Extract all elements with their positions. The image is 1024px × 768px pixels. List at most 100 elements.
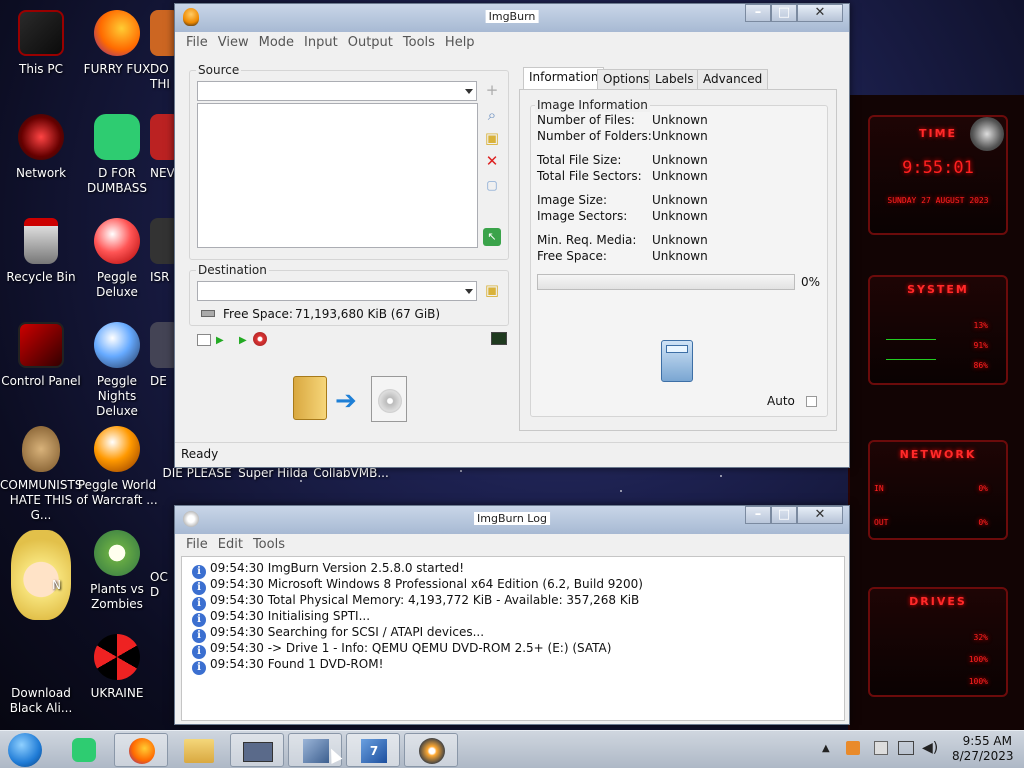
peggle-wow-icon — [94, 426, 140, 472]
browse-folder-icon[interactable]: ▣ — [483, 129, 501, 147]
chevron-down-icon — [465, 289, 473, 294]
cpu-graph — [886, 339, 936, 340]
log-menu-edit[interactable]: Edit — [213, 534, 248, 555]
list-view-icon[interactable] — [197, 334, 211, 346]
taskbar: 7 ▲ ◀) 9:55 AM 8/27/2023 — [0, 730, 1024, 768]
auto-checkbox[interactable] — [806, 396, 817, 407]
network-icon — [18, 114, 64, 160]
recycle-icon[interactable]: ▢ — [483, 176, 501, 194]
tab-labels[interactable]: Labels — [649, 69, 700, 89]
menu-file[interactable]: File — [181, 32, 213, 53]
clock[interactable]: 9:55 AM 8/27/2023 — [952, 734, 1014, 764]
tray-app-icon[interactable] — [846, 741, 860, 755]
log-menu-file[interactable]: File — [181, 534, 213, 555]
folder-icon[interactable] — [293, 376, 327, 420]
log-minimize-button[interactable]: – — [745, 506, 771, 524]
browse-destination-icon[interactable]: ▣ — [483, 281, 501, 299]
taskbar-seven[interactable]: 7 — [346, 733, 400, 767]
menu-view[interactable]: View — [213, 32, 254, 53]
tab-options[interactable]: Options — [597, 69, 656, 89]
calculate-icon[interactable]: ↖ — [483, 228, 501, 246]
alienware-widget: TIME 9:55:01 SUNDAY 27 AUGUST 2023 SYSTE… — [848, 95, 1024, 735]
taskbar-spotify[interactable] — [62, 733, 106, 767]
desktop-icon-peggle-deluxe[interactable]: Peggle Deluxe — [76, 218, 158, 300]
desktop-icon-collabvm[interactable]: CollabVMB... — [310, 466, 392, 481]
radiation-icon — [94, 634, 140, 680]
desktop-icon-network[interactable]: Network — [0, 114, 82, 181]
taskbar-app[interactable] — [230, 733, 284, 767]
show-hidden-icons[interactable]: ▲ — [822, 743, 830, 754]
desktop-icon-d-for-dumbass[interactable]: D FOR DUMBASS — [76, 114, 158, 196]
log-close-button[interactable]: ✕ — [797, 506, 843, 524]
system-panel: SYSTEM 13% 91% 86% — [868, 275, 1008, 385]
play-icon[interactable]: ▶ — [216, 335, 224, 346]
network-icon[interactable] — [898, 741, 914, 755]
log-text-area[interactable]: i 09:54:30 ImgBurn Version 2.5.8.0 starte… — [181, 556, 845, 721]
taskbar-firefox[interactable] — [114, 733, 168, 767]
speaker-icon[interactable]: ◀) — [922, 740, 938, 756]
desktop-icon-communists[interactable]: COMMUNISTS HATE THIS G... — [0, 426, 82, 523]
log-menu-tools[interactable]: Tools — [248, 534, 290, 555]
log-line: i 09:54:30 -> Drive 1 - Info: QEMU QEMU D… — [192, 640, 611, 659]
desktop-icon-die-please[interactable]: DIE PLEASE — [156, 466, 238, 481]
arrow-right-icon: ➔ — [335, 386, 357, 416]
log-maximize-button[interactable]: □ — [771, 506, 797, 524]
desktop-icon-recycle-bin[interactable]: Recycle Bin — [0, 218, 82, 285]
desktop-icon-peggle-wow[interactable]: Peggle World of Warcraft ... — [76, 426, 158, 508]
alien-head-icon — [970, 117, 1004, 151]
play-icon-2[interactable]: ▶ — [239, 335, 247, 346]
cartoon-character-icon — [11, 530, 71, 620]
tab-information[interactable]: Information — [523, 67, 605, 90]
maximize-button[interactable]: □ — [771, 4, 797, 22]
desktop-icon-download-black-alien[interactable]: Download Black Ali... — [0, 634, 82, 716]
flag-icon[interactable] — [874, 741, 888, 755]
destination-combo[interactable] — [197, 281, 477, 301]
minimize-button[interactable]: – — [745, 4, 771, 22]
browse-file-icon[interactable]: ⌕ — [483, 106, 501, 124]
flower-icon — [94, 530, 140, 576]
desktop-icon-furry-fux[interactable]: FURRY FUX — [76, 10, 158, 77]
desktop-icon-ukraine[interactable]: UKRAINE — [76, 634, 158, 701]
start-button[interactable] — [8, 733, 42, 767]
recycle-bin-icon — [24, 218, 58, 264]
log-line: i 09:54:30 Found 1 DVD-ROM! — [192, 656, 383, 675]
spotify-icon — [94, 114, 140, 160]
firefox-icon — [129, 738, 155, 764]
menu-input[interactable]: Input — [299, 32, 343, 53]
status-bar: Ready — [175, 442, 849, 464]
menu-output[interactable]: Output — [343, 32, 398, 53]
log-app-icon — [183, 511, 199, 527]
desktop-icon-super-hilda[interactable]: Super Hilda — [232, 466, 314, 481]
chevron-down-icon — [465, 89, 473, 94]
desktop-icon-star-character[interactable]: N — [0, 530, 82, 626]
source-file-list[interactable] — [197, 103, 478, 248]
close-button[interactable]: ✕ — [797, 4, 843, 22]
burn-disc-icon[interactable] — [253, 332, 267, 346]
money-bag-icon — [22, 426, 60, 472]
menu-mode[interactable]: Mode — [254, 32, 299, 53]
window-icon — [243, 742, 273, 762]
control-panel-icon — [18, 322, 64, 368]
desktop-icon-peggle-nights[interactable]: Peggle Nights Deluxe — [76, 322, 158, 419]
source-combo[interactable] — [197, 81, 477, 101]
calculator-icon[interactable] — [661, 340, 693, 382]
image-file-icon[interactable] — [371, 376, 407, 422]
log-titlebar[interactable]: ImgBurn Log – □ ✕ — [175, 506, 849, 534]
desktop-icon-plants-vs-zombies[interactable]: Plants vs Zombies — [76, 530, 158, 612]
disc-burn-icon — [419, 738, 445, 764]
drive-icon — [201, 310, 215, 317]
peggle-icon — [94, 218, 140, 264]
menu-help[interactable]: Help — [440, 32, 480, 53]
desktop-icon-this-pc[interactable]: This PC — [0, 10, 82, 77]
taskbar-imgburn[interactable] — [404, 733, 458, 767]
menu-tools[interactable]: Tools — [398, 32, 440, 53]
delete-icon[interactable]: ✕ — [483, 152, 501, 170]
imgburn-menubar: File View Mode Input Output Tools Help — [181, 32, 843, 54]
firefox-icon — [94, 10, 140, 56]
add-icon[interactable]: + — [483, 81, 501, 99]
tab-advanced[interactable]: Advanced — [697, 69, 769, 89]
taskbar-explorer[interactable] — [172, 733, 226, 767]
log-window-icon[interactable] — [491, 332, 507, 345]
imgburn-titlebar[interactable]: ImgBurn – □ ✕ — [175, 4, 849, 32]
desktop-icon-control-panel[interactable]: Control Panel — [0, 322, 82, 389]
